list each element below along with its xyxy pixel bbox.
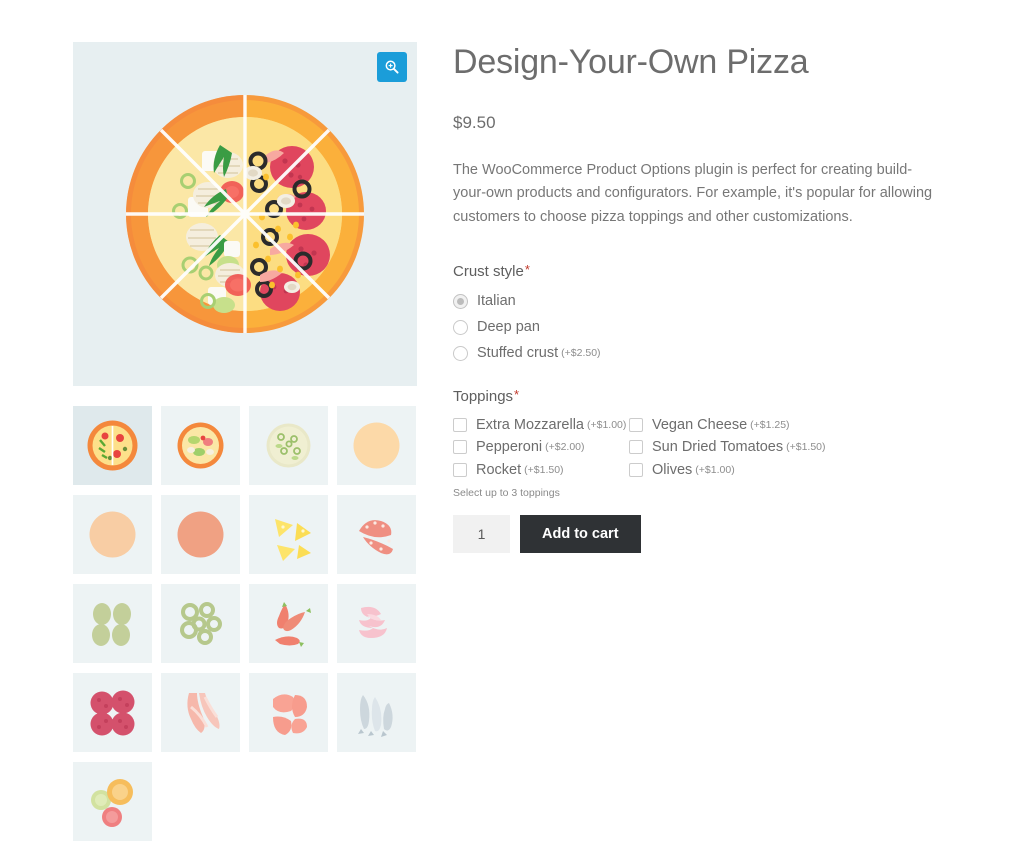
checkbox-option-vegan-cheese[interactable]: Vegan Cheese (+$1.25) bbox=[629, 413, 869, 436]
radio-price-stuffed-crust: (+$2.50) bbox=[561, 347, 601, 360]
checkbox-label-extra-mozzarella: Extra Mozzarella bbox=[476, 416, 584, 433]
add-to-cart-button[interactable]: Add to cart bbox=[520, 514, 641, 553]
radio-label-deep-pan: Deep pan bbox=[477, 319, 540, 336]
add-to-cart-row: Add to cart bbox=[453, 514, 953, 553]
zoom-icon-button[interactable] bbox=[377, 52, 407, 82]
checkbox-option-pepperoni[interactable]: Pepperoni (+$2.00) bbox=[453, 436, 629, 459]
pizza-illustration bbox=[120, 89, 370, 339]
crust-style-label-text: Crust style bbox=[453, 263, 524, 281]
checkbox-option-extra-mozzarella[interactable]: Extra Mozzarella (+$1.00) bbox=[453, 413, 629, 436]
radio-icon-stuffed-crust[interactable] bbox=[453, 345, 468, 361]
quantity-input[interactable] bbox=[453, 514, 510, 553]
thumbnail-tomato-sauce-base[interactable] bbox=[161, 495, 240, 574]
thumbnail-ham-slices[interactable] bbox=[249, 673, 328, 752]
thumbnail-anchovies[interactable] bbox=[337, 673, 416, 752]
checkbox-label-vegan-cheese: Vegan Cheese bbox=[652, 416, 748, 433]
thumbnail-green-olives-whole[interactable] bbox=[73, 584, 152, 663]
checkbox-label-olives: Olives bbox=[652, 461, 693, 478]
main-product-image[interactable] bbox=[73, 42, 417, 386]
product-summary: Design-Your-Own Pizza $9.50 The WooComme… bbox=[453, 42, 953, 553]
page-title: Design-Your-Own Pizza bbox=[453, 43, 809, 81]
checkbox-price-rocket: (+$1.50) bbox=[524, 463, 564, 476]
checkbox-option-olives[interactable]: Olives (+$1.00) bbox=[629, 458, 869, 481]
toppings-group: Toppings* Extra Mozzarella (+$1.00) Pepp… bbox=[453, 388, 953, 499]
toppings-columns: Extra Mozzarella (+$1.00) Pepperoni (+$2… bbox=[453, 413, 953, 481]
checkbox-icon-pepperoni[interactable] bbox=[453, 440, 467, 454]
thumbnail-olive-rings[interactable] bbox=[161, 584, 240, 663]
required-asterisk: * bbox=[524, 262, 530, 278]
thumbnail-salami-slices[interactable] bbox=[73, 673, 152, 752]
radio-option-italian[interactable]: Italian bbox=[453, 288, 953, 314]
thumbnail-mushrooms[interactable] bbox=[337, 495, 416, 574]
checkbox-icon-rocket[interactable] bbox=[453, 462, 467, 477]
thumbnail-pizza-base[interactable] bbox=[73, 495, 152, 574]
product-description: The WooCommerce Product Options plugin i… bbox=[453, 161, 933, 225]
thumbnail-prosciutto-ham[interactable] bbox=[337, 584, 416, 663]
radio-option-deep-pan[interactable]: Deep pan bbox=[453, 314, 953, 340]
checkbox-icon-vegan-cheese[interactable] bbox=[629, 417, 643, 432]
product-price: $9.50 bbox=[453, 112, 496, 132]
checkbox-price-pepperoni: (+$2.00) bbox=[545, 441, 585, 453]
required-asterisk-toppings: * bbox=[514, 387, 520, 403]
toppings-label: Toppings* bbox=[453, 388, 953, 405]
radio-icon-deep-pan[interactable] bbox=[453, 319, 468, 335]
checkbox-price-extra-mozzarella: (+$1.00) bbox=[586, 418, 627, 431]
product-page: Design-Your-Own Pizza $9.50 The WooComme… bbox=[0, 0, 1024, 860]
checkbox-icon-sun-dried-tomatoes[interactable] bbox=[629, 440, 643, 454]
checkbox-option-sun-dried-tomatoes[interactable]: Sun Dried Tomatoes (+$1.50) bbox=[629, 436, 869, 459]
toppings-label-text: Toppings bbox=[453, 388, 514, 406]
thumbnail-sliced-vegetables[interactable] bbox=[73, 762, 152, 841]
toppings-helper-text: Select up to 3 toppings bbox=[453, 486, 560, 499]
radio-icon-italian[interactable] bbox=[453, 293, 468, 309]
toppings-column-left: Extra Mozzarella (+$1.00) Pepperoni (+$2… bbox=[453, 413, 629, 481]
checkbox-label-rocket: Rocket bbox=[476, 461, 522, 478]
product-gallery bbox=[73, 42, 417, 841]
crust-style-label: Crust style* bbox=[453, 263, 953, 280]
thumbnail-white-pizza[interactable] bbox=[249, 406, 328, 485]
radio-label-italian: Italian bbox=[477, 293, 516, 310]
checkbox-label-sun-dried-tomatoes: Sun Dried Tomatoes bbox=[652, 439, 784, 455]
radio-label-stuffed-crust: Stuffed crust bbox=[477, 345, 559, 362]
thumbnail-bacon-strips[interactable] bbox=[161, 673, 240, 752]
checkbox-price-sun-dried-tomatoes: (+$1.50) bbox=[786, 441, 826, 453]
thumbnail-cheese-slices[interactable] bbox=[249, 495, 328, 574]
radio-option-stuffed-crust[interactable]: Stuffed crust (+$2.50) bbox=[453, 340, 953, 366]
magnifier-icon bbox=[385, 60, 399, 74]
checkbox-price-vegan-cheese: (+$1.25) bbox=[750, 418, 790, 431]
checkbox-icon-extra-mozzarella[interactable] bbox=[453, 417, 467, 432]
toppings-column-right: Vegan Cheese (+$1.25) Sun Dried Tomatoes… bbox=[629, 413, 869, 481]
thumbnail-grid bbox=[73, 406, 417, 841]
thumbnail-whole-pizza[interactable] bbox=[73, 406, 152, 485]
checkbox-icon-olives[interactable] bbox=[629, 462, 643, 477]
thumbnail-plain-dough-base[interactable] bbox=[337, 406, 416, 485]
checkbox-price-olives: (+$1.00) bbox=[695, 463, 735, 476]
checkbox-option-rocket[interactable]: Rocket (+$1.50) bbox=[453, 458, 629, 481]
thumbnail-chili-peppers[interactable] bbox=[249, 584, 328, 663]
thumbnail-veggie-pizza[interactable] bbox=[161, 406, 240, 485]
crust-style-group: Crust style* Italian Deep pan Stuffed cr… bbox=[453, 263, 953, 366]
checkbox-label-pepperoni: Pepperoni bbox=[476, 439, 543, 455]
